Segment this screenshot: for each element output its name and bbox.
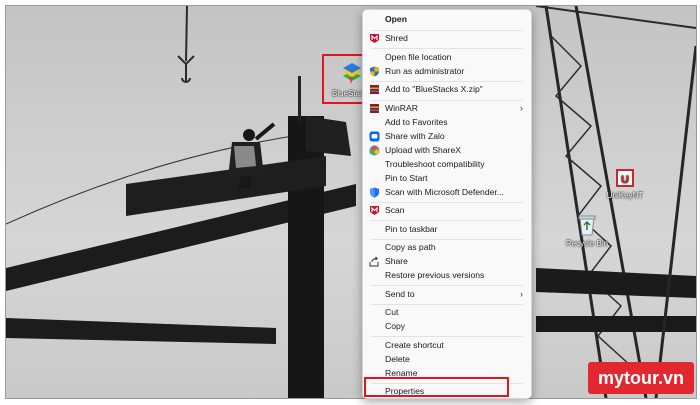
menu-item-copy-as-path[interactable]: Copy as path (367, 241, 527, 254)
unikey-icon: U (593, 168, 657, 190)
menu-separator (371, 48, 523, 49)
menu-separator (371, 336, 523, 337)
menu-item-label: Add to Favorites (385, 117, 448, 127)
zalo-icon (369, 131, 380, 142)
menu-item-pin-to-start[interactable]: Pin to Start (367, 172, 527, 185)
menu-item-cut[interactable]: Cut (367, 306, 527, 319)
desktop-icon-unikey[interactable]: U UniKeyNT (593, 168, 657, 200)
menu-item-label: Troubleshoot compatibility (385, 159, 485, 169)
shield-icon (370, 66, 379, 77)
menu-item-label: Copy as path (385, 242, 436, 252)
menu-item-label: Send to (385, 289, 415, 299)
menu-item-label: Share (385, 256, 408, 266)
menu-item-add-to-zip[interactable]: Add to "BlueStacks X.zip" (367, 83, 527, 96)
recycle-bin-icon (555, 214, 619, 238)
menu-item-send-to[interactable]: Send to › (367, 288, 527, 301)
menu-item-add-to-favorites[interactable]: Add to Favorites (367, 116, 527, 129)
menu-item-create-shortcut[interactable]: Create shortcut (367, 339, 527, 352)
menu-item-label: Restore previous versions (385, 270, 485, 280)
desktop-icon-label: UniKeyNT (606, 191, 644, 200)
defender-icon (370, 187, 379, 198)
menu-item-upload-with-sharex[interactable]: Upload with ShareX (367, 144, 527, 157)
menu-item-label: Run as administrator (385, 66, 465, 76)
menu-item-label: Pin to taskbar (385, 224, 438, 234)
menu-separator (371, 220, 523, 221)
menu-item-label: WinRAR (385, 103, 418, 113)
menu-separator (371, 285, 523, 286)
menu-item-label: Open file location (385, 52, 452, 62)
desktop-icon-recycle-bin[interactable]: Recycle Bin (555, 214, 619, 248)
menu-item-restore-previous-versions[interactable]: Restore previous versions (367, 269, 527, 282)
menu-item-scan[interactable]: Scan (367, 204, 527, 217)
share-icon (369, 256, 379, 267)
menu-item-label: Upload with ShareX (385, 145, 461, 155)
mcafee-icon (370, 34, 379, 43)
menu-item-label: Cut (385, 307, 399, 317)
menu-item-label: Open (385, 14, 407, 24)
menu-item-copy[interactable]: Copy (367, 320, 527, 333)
menu-item-shred[interactable]: Shred (367, 32, 527, 45)
menu-item-label: Scan with Microsoft Defender... (385, 187, 504, 197)
menu-item-label: Delete (385, 354, 410, 364)
menu-item-run-as-administrator[interactable]: Run as administrator (367, 65, 527, 78)
menu-separator (371, 81, 523, 82)
menu-item-delete[interactable]: Delete (367, 353, 527, 366)
menu-item-label: Share with Zalo (385, 131, 445, 141)
menu-item-label: Create shortcut (385, 340, 444, 350)
menu-item-winrar[interactable]: WinRAR › (367, 102, 527, 115)
menu-separator (371, 100, 523, 101)
menu-separator (371, 239, 523, 240)
menu-item-label: Copy (385, 321, 406, 331)
desktop-icon-label: Recycle Bin (565, 239, 609, 248)
svg-text:U: U (621, 174, 629, 186)
menu-separator (371, 304, 523, 305)
mytour-watermark-logo: mytour.vn (588, 362, 694, 394)
menu-item-label: Pin to Start (385, 173, 428, 183)
context-menu: Open Shred Open file location Run as adm… (362, 9, 532, 399)
menu-item-pin-to-taskbar[interactable]: Pin to taskbar (367, 223, 527, 236)
chevron-right-icon: › (520, 103, 523, 113)
menu-item-label: Scan (385, 205, 405, 215)
menu-separator (371, 30, 523, 31)
menu-item-troubleshoot-compatibility[interactable]: Troubleshoot compatibility (367, 158, 527, 171)
chevron-right-icon: › (520, 289, 523, 299)
mcafee-icon (370, 206, 379, 215)
menu-item-label: Add to "BlueStacks X.zip" (385, 84, 483, 94)
sharex-icon (369, 145, 380, 156)
winrar-icon (370, 85, 379, 94)
menu-separator (371, 202, 523, 203)
menu-item-open[interactable]: Open (367, 13, 527, 26)
menu-item-open-file-location[interactable]: Open file location (367, 51, 527, 64)
menu-item-share-with-zalo[interactable]: Share with Zalo (367, 130, 527, 143)
winrar-icon (370, 104, 379, 113)
desktop-screenshot: BlueStacks U UniKeyNT Recycle Bin (5, 5, 697, 399)
menu-item-label: Shred (385, 33, 408, 43)
menu-item-share[interactable]: Share (367, 255, 527, 268)
selection-highlight-properties (364, 377, 509, 397)
menu-item-scan-with-defender[interactable]: Scan with Microsoft Defender... (367, 186, 527, 199)
